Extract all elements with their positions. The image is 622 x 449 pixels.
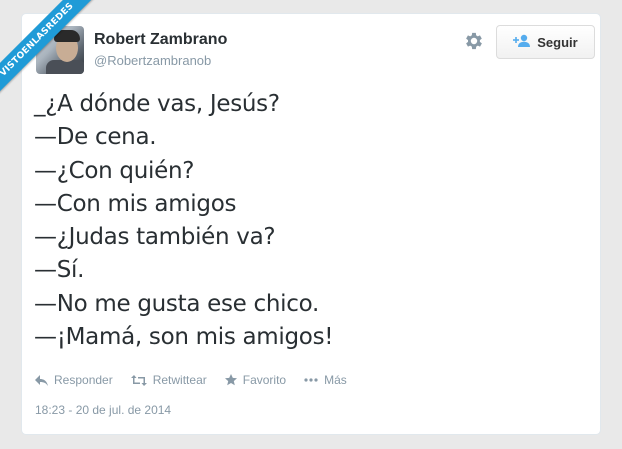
more-icon xyxy=(304,378,318,382)
favorite-label: Favorito xyxy=(242,373,287,387)
retweet-button[interactable]: Retwittear xyxy=(130,373,207,387)
retweet-label: Retwittear xyxy=(152,373,207,387)
reply-label: Responder xyxy=(54,373,113,387)
favorite-button[interactable]: Favorito xyxy=(224,373,287,387)
tweet-text: _¿A dónde vas, Jesús? —De cena. —¿Con qu… xyxy=(34,88,584,354)
reply-icon xyxy=(35,374,48,386)
reply-button[interactable]: Responder xyxy=(35,373,113,387)
tweet-actions: Responder Retwittear Favorito Más xyxy=(35,373,347,387)
author-handle[interactable]: @Robertzambranob xyxy=(94,53,211,68)
avatar-shirt xyxy=(46,60,84,74)
tweet-line: —¡Mamá, son mis amigos! xyxy=(34,324,334,351)
retweet-icon xyxy=(130,374,147,386)
more-label: Más xyxy=(324,373,347,387)
tweet-card: Robert Zambrano @Robertzambranob Seguir … xyxy=(21,13,601,435)
more-button[interactable]: Más xyxy=(304,373,347,387)
follow-button[interactable]: Seguir xyxy=(496,25,595,59)
follow-label: Seguir xyxy=(537,34,578,50)
tweet-line: —¿Con quién? xyxy=(34,157,195,184)
timestamp[interactable]: 18:23 - 20 de jul. de 2014 xyxy=(35,403,171,417)
add-user-icon xyxy=(513,34,531,51)
tweet-line: —Sí. xyxy=(34,257,85,284)
tweet-line: _¿A dónde vas, Jesús? xyxy=(34,91,280,117)
gear-icon[interactable] xyxy=(463,30,485,52)
tweet-line: —No me gusta ese chico. xyxy=(34,290,319,317)
tweet-line: —Con mis amigos xyxy=(34,190,237,217)
tweet-line: —De cena. xyxy=(34,124,157,151)
tweet-line: —¿Judas también va? xyxy=(34,224,276,251)
star-icon xyxy=(224,374,237,386)
author-name[interactable]: Robert Zambrano xyxy=(94,31,227,49)
